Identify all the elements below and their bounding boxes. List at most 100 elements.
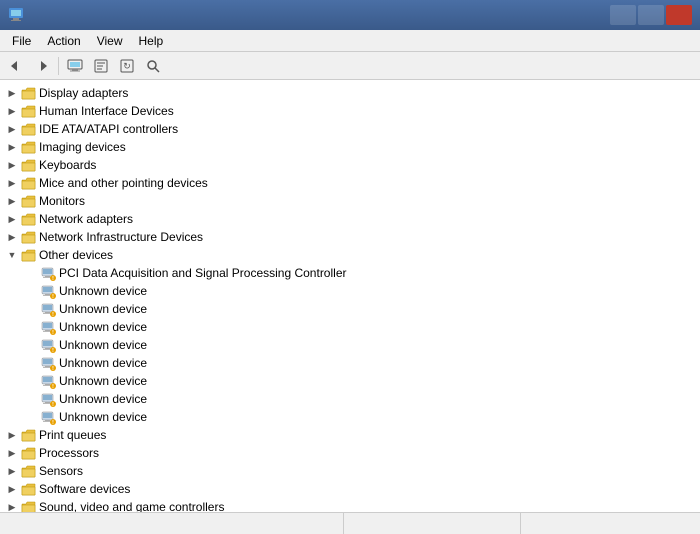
device-icon: ! xyxy=(40,337,56,353)
expand-btn[interactable]: ▶ xyxy=(4,211,20,227)
maximize-button[interactable] xyxy=(638,5,664,25)
device-icon xyxy=(20,157,36,173)
tree-item[interactable]: ▶ Software devices xyxy=(0,480,700,498)
device-icon xyxy=(20,175,36,191)
menu-bar: File Action View Help xyxy=(0,30,700,52)
device-label: PCI Data Acquisition and Signal Processi… xyxy=(59,266,346,280)
device-label: Unknown device xyxy=(59,302,147,316)
tree-item[interactable]: ! Unknown device xyxy=(0,318,700,336)
menu-file[interactable]: File xyxy=(4,32,39,50)
tree-item[interactable]: ▶ Display adapters xyxy=(0,84,700,102)
device-icon xyxy=(20,247,36,263)
expand-btn[interactable]: ▶ xyxy=(4,445,20,461)
device-label: Unknown device xyxy=(59,338,147,352)
title-bar xyxy=(0,0,700,30)
tree-item[interactable]: ▶ Processors xyxy=(0,444,700,462)
tree-item[interactable]: ▶ IDE ATA/ATAPI controllers xyxy=(0,120,700,138)
tree-item[interactable]: ! Unknown device xyxy=(0,336,700,354)
device-label: Print queues xyxy=(39,428,106,442)
app-icon xyxy=(8,7,24,23)
device-icon xyxy=(20,139,36,155)
expand-btn[interactable]: ▶ xyxy=(4,157,20,173)
update-button[interactable]: ↻ xyxy=(115,55,139,77)
device-icon xyxy=(20,463,36,479)
tree-item[interactable]: ▶ Human Interface Devices xyxy=(0,102,700,120)
device-icon xyxy=(20,481,36,497)
menu-action[interactable]: Action xyxy=(39,32,88,50)
device-label: Unknown device xyxy=(59,284,147,298)
expand-btn[interactable]: ▶ xyxy=(4,427,20,443)
device-label: Network adapters xyxy=(39,212,133,226)
tree-item[interactable]: ! Unknown device xyxy=(0,408,700,426)
forward-button[interactable] xyxy=(30,55,54,77)
tree-item[interactable]: ▶ Imaging devices xyxy=(0,138,700,156)
device-label: Display adapters xyxy=(39,86,128,100)
tree-item[interactable]: ▶ Sensors xyxy=(0,462,700,480)
expand-btn[interactable]: ▶ xyxy=(4,499,20,512)
device-icon xyxy=(20,499,36,512)
device-icon: ! xyxy=(40,265,56,281)
status-bar xyxy=(0,512,700,534)
device-icon: ! xyxy=(40,373,56,389)
tree-item[interactable]: ! Unknown device xyxy=(0,390,700,408)
update-icon: ↻ xyxy=(119,58,135,74)
tree-item[interactable]: ! Unknown device xyxy=(0,300,700,318)
status-segment-2 xyxy=(344,513,521,534)
tree-item[interactable]: ▶ Network Infrastructure Devices xyxy=(0,228,700,246)
minimize-button[interactable] xyxy=(610,5,636,25)
scan-button[interactable] xyxy=(141,55,165,77)
menu-help[interactable]: Help xyxy=(131,32,172,50)
device-label: Unknown device xyxy=(59,356,147,370)
expand-btn[interactable]: ▶ xyxy=(4,481,20,497)
device-icon xyxy=(20,85,36,101)
device-label: Other devices xyxy=(39,248,113,262)
device-icon xyxy=(20,427,36,443)
device-icon: ! xyxy=(40,409,56,425)
device-icon: ! xyxy=(40,301,56,317)
expand-btn[interactable]: ▶ xyxy=(4,103,20,119)
device-label: Unknown device xyxy=(59,374,147,388)
expand-btn[interactable]: ▶ xyxy=(4,139,20,155)
device-icon: ! xyxy=(40,355,56,371)
menu-view[interactable]: View xyxy=(89,32,131,50)
tree-item[interactable]: ! Unknown device xyxy=(0,354,700,372)
expand-btn[interactable]: ▶ xyxy=(4,229,20,245)
expand-btn[interactable]: ▶ xyxy=(4,193,20,209)
device-icon: ! xyxy=(40,283,56,299)
tree-item[interactable]: ▶ Sound, video and game controllers xyxy=(0,498,700,512)
device-icon xyxy=(20,229,36,245)
tree-item[interactable]: ▶ Keyboards xyxy=(0,156,700,174)
properties-button[interactable] xyxy=(89,55,113,77)
device-icon: ! xyxy=(40,391,56,407)
tree-item[interactable]: ! Unknown device xyxy=(0,282,700,300)
device-label: Network Infrastructure Devices xyxy=(39,230,203,244)
device-label: Monitors xyxy=(39,194,85,208)
forward-icon xyxy=(35,59,49,73)
tree-item[interactable]: ▶ Print queues xyxy=(0,426,700,444)
main-content: ▶ Display adapters ▶ Human Interface Dev… xyxy=(0,80,700,512)
tree-item[interactable]: ▶ Monitors xyxy=(0,192,700,210)
back-button[interactable] xyxy=(4,55,28,77)
device-label: Human Interface Devices xyxy=(39,104,174,118)
collapse-btn[interactable]: ▼ xyxy=(4,247,20,263)
device-icon xyxy=(20,445,36,461)
close-button[interactable] xyxy=(666,5,692,25)
device-icon xyxy=(20,211,36,227)
device-label: IDE ATA/ATAPI controllers xyxy=(39,122,178,136)
tree-item[interactable]: ! PCI Data Acquisition and Signal Proces… xyxy=(0,264,700,282)
device-label: Mice and other pointing devices xyxy=(39,176,208,190)
device-tree[interactable]: ▶ Display adapters ▶ Human Interface Dev… xyxy=(0,80,700,512)
toolbar: ↻ xyxy=(0,52,700,80)
expand-btn[interactable]: ▶ xyxy=(4,463,20,479)
tree-item[interactable]: ▶ Mice and other pointing devices xyxy=(0,174,700,192)
tree-item[interactable]: ! Unknown device xyxy=(0,372,700,390)
tree-item[interactable]: ▼ Other devices xyxy=(0,246,700,264)
device-label: Unknown device xyxy=(59,320,147,334)
expand-btn[interactable]: ▶ xyxy=(4,175,20,191)
device-icon xyxy=(20,103,36,119)
expand-btn[interactable]: ▶ xyxy=(4,85,20,101)
computer-button[interactable] xyxy=(63,55,87,77)
tree-item[interactable]: ▶ Network adapters xyxy=(0,210,700,228)
expand-btn[interactable]: ▶ xyxy=(4,121,20,137)
svg-text:↻: ↻ xyxy=(123,61,131,71)
